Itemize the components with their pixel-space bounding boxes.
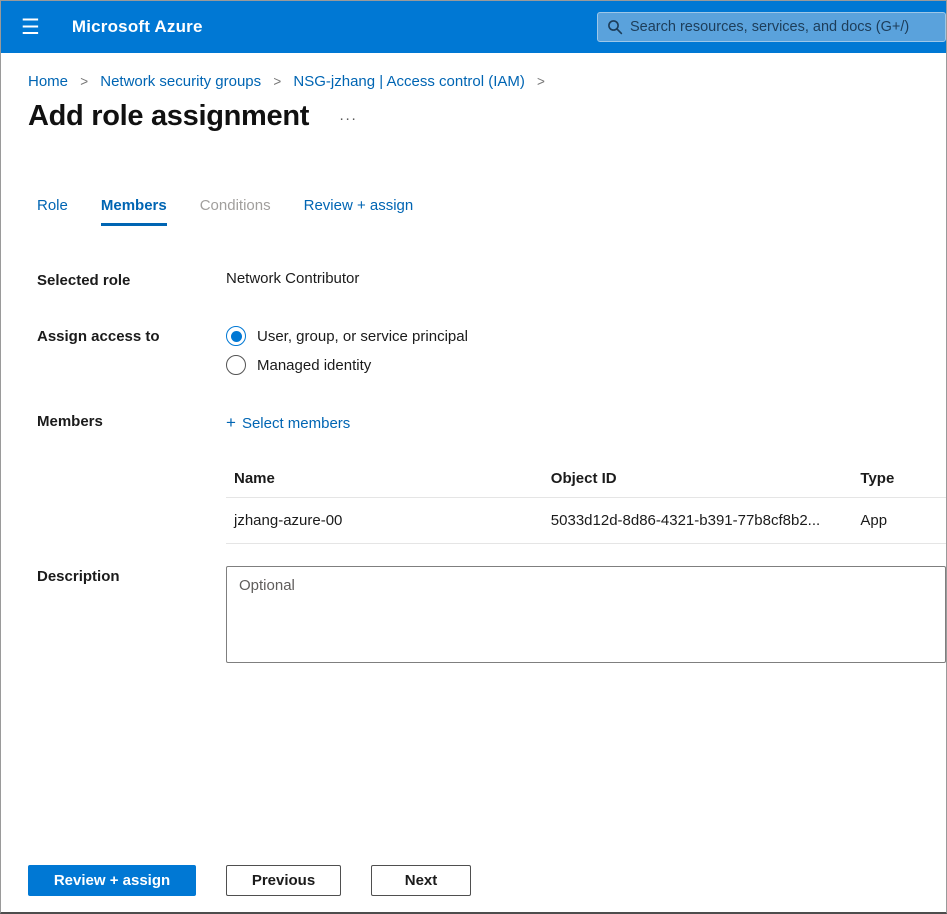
member-object-id-cell: 5033d12d-8d86-4321-b391-77b8cf8b2... (543, 498, 853, 544)
member-name-cell: jzhang-azure-00 (226, 498, 543, 544)
breadcrumb-link-nsg-access-control[interactable]: NSG-jzhang | Access control (IAM) (293, 73, 524, 90)
description-content (226, 566, 946, 667)
next-button[interactable]: Next (371, 865, 471, 896)
top-bar: ☰ Microsoft Azure (1, 1, 946, 53)
footer-action-bar: Review + assign Previous Next (1, 865, 946, 912)
radio-selected-icon (226, 326, 246, 346)
radio-option-label: Managed identity (257, 357, 371, 374)
hamburger-menu-icon[interactable]: ☰ (21, 17, 40, 38)
select-members-link[interactable]: + Select members (226, 411, 350, 433)
breadcrumb-link-home[interactable]: Home (28, 73, 68, 90)
azure-portal-window: ☰ Microsoft Azure Home > Network securit… (0, 0, 947, 914)
role-assignment-form: Selected role Network Contributor Assign… (37, 270, 946, 667)
plus-icon: + (226, 413, 236, 433)
member-type-cell: App (852, 498, 946, 544)
members-table-header-row: Name Object ID Type (226, 460, 946, 498)
breadcrumb-separator: > (273, 74, 281, 89)
page-title: Add role assignment (28, 100, 309, 133)
column-header-name: Name (226, 460, 543, 498)
member-table-row: jzhang-azure-00 5033d12d-8d86-4321-b391-… (226, 498, 946, 544)
description-label: Description (37, 566, 226, 585)
radio-managed-identity[interactable]: Managed identity (226, 355, 468, 375)
description-textarea[interactable] (226, 566, 946, 663)
global-search (597, 12, 946, 42)
selected-role-label: Selected role (37, 270, 226, 289)
more-menu-icon[interactable]: ··· (339, 110, 357, 127)
members-content: + Select members Name Object ID Type jzh… (226, 411, 946, 544)
selected-role-row: Selected role Network Contributor (37, 270, 946, 289)
radio-user-group-service-principal[interactable]: User, group, or service principal (226, 326, 468, 346)
assign-access-to-label: Assign access to (37, 326, 226, 345)
assign-access-to-row: Assign access to User, group, or service… (37, 326, 946, 384)
column-header-object-id: Object ID (543, 460, 853, 498)
members-label: Members (37, 411, 226, 430)
radio-unselected-icon (226, 355, 246, 375)
selected-role-value: Network Contributor (226, 270, 359, 287)
brand-microsoft-azure[interactable]: Microsoft Azure (72, 17, 203, 37)
global-search-input[interactable] (597, 12, 946, 42)
members-table: Name Object ID Type jzhang-azure-00 5033… (226, 460, 946, 544)
description-row: Description (37, 566, 946, 667)
assign-access-to-options: User, group, or service principal Manage… (226, 326, 468, 384)
select-members-label: Select members (242, 415, 350, 432)
tab-members[interactable]: Members (101, 197, 167, 226)
review-assign-button[interactable]: Review + assign (28, 865, 196, 896)
tab-conditions: Conditions (200, 197, 271, 226)
members-row: Members + Select members Name Object ID … (37, 411, 946, 544)
column-header-type: Type (852, 460, 946, 498)
breadcrumb: Home > Network security groups > NSG-jzh… (1, 53, 946, 90)
tab-role[interactable]: Role (37, 197, 68, 226)
previous-button[interactable]: Previous (226, 865, 341, 896)
breadcrumb-link-network-security-groups[interactable]: Network security groups (100, 73, 261, 90)
tab-review-assign[interactable]: Review + assign (304, 197, 414, 226)
title-row: Add role assignment ··· (28, 100, 946, 133)
breadcrumb-separator: > (80, 74, 88, 89)
radio-option-label: User, group, or service principal (257, 328, 468, 345)
breadcrumb-separator: > (537, 74, 545, 89)
tab-bar: Role Members Conditions Review + assign (37, 197, 946, 226)
